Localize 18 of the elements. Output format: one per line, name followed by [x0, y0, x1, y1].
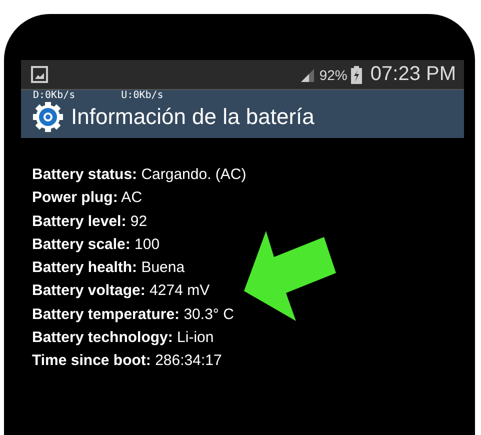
- clock-time: 07:23 PM: [370, 63, 456, 86]
- info-line: Battery temperature: 30.3° C: [32, 304, 235, 325]
- gear-icon: [33, 102, 63, 132]
- info-line: Time since boot: 286:34:17: [32, 351, 223, 372]
- info-line: Power plug: AC: [32, 188, 144, 208]
- info-line: Battery level: 92: [32, 212, 148, 232]
- info-line: Battery scale: 100: [32, 234, 161, 255]
- battery-percent: 92%: [319, 66, 348, 82]
- battery-charging-icon: [351, 66, 362, 84]
- signal-icon: [299, 66, 316, 82]
- info-line: Battery technology: Li-ion: [32, 328, 215, 348]
- upload-speed: U:0Kb/s: [121, 90, 164, 103]
- info-line: Battery voltage: 4274 mV: [32, 281, 211, 302]
- info-line: Battery status: Cargando. (AC): [32, 165, 248, 185]
- screen-title: Información de la batería: [71, 104, 314, 130]
- download-speed: D:0Kb/s: [33, 90, 76, 103]
- image-icon: [31, 66, 48, 83]
- info-line: Battery health: Buena: [32, 258, 186, 278]
